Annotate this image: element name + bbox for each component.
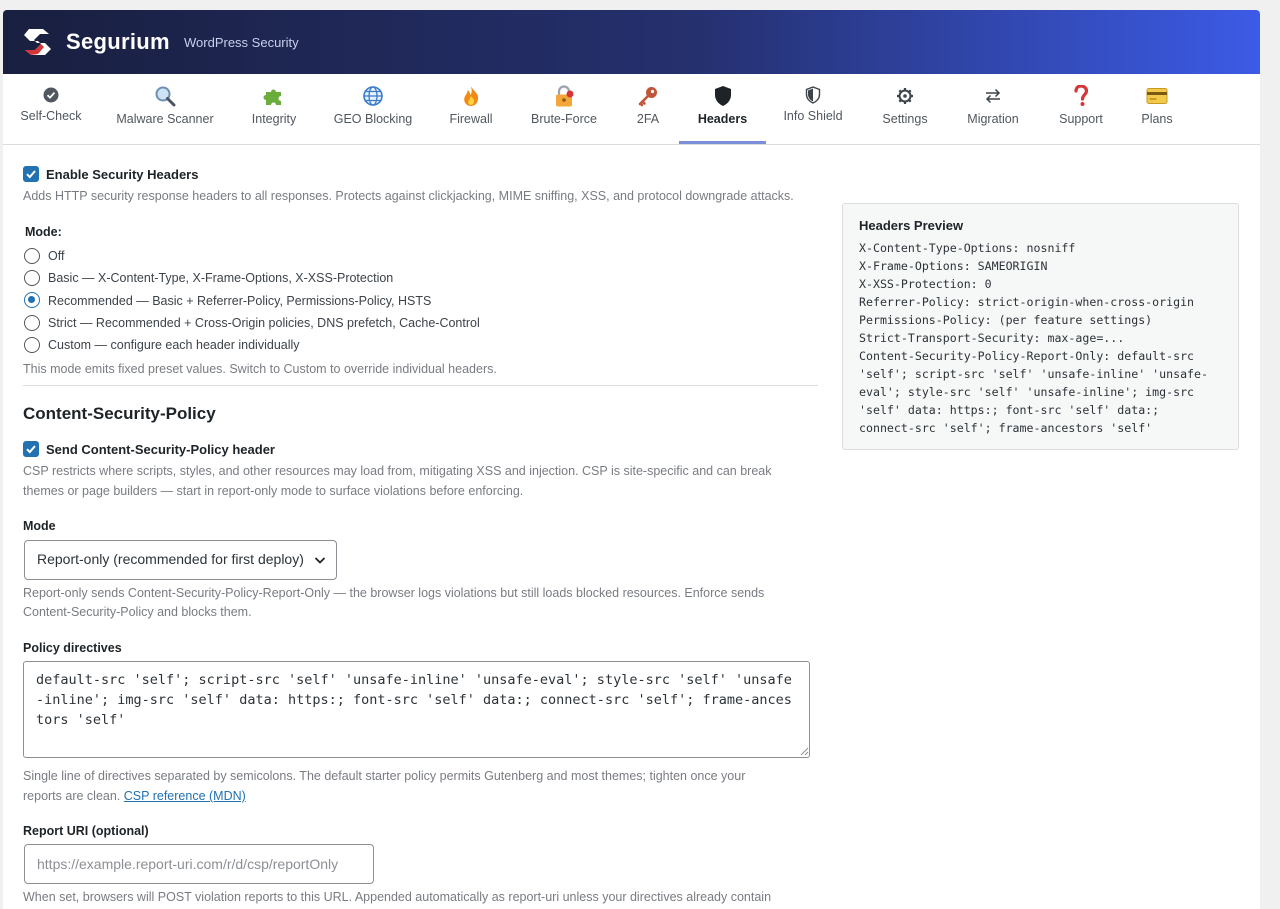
report-uri-input[interactable]: https://example.report-uri.com/r/d/csp/r…	[24, 844, 374, 884]
question-icon	[1051, 83, 1111, 109]
tab-2fa[interactable]: 2FA	[625, 74, 671, 144]
tab-label: Integrity	[251, 112, 297, 126]
csp-desc-line: CSP restricts where scripts, styles, and…	[23, 464, 772, 478]
mode-radio-off[interactable]	[24, 248, 40, 264]
app-header: Segurium WordPress Security	[3, 10, 1260, 74]
shield-check-icon	[777, 82, 849, 108]
preview-line: Content-Security-Policy-Report-Only: def…	[859, 349, 1195, 363]
preview-line: Strict-Transport-Security: max-age=...	[859, 331, 1125, 345]
tab-malware-scanner[interactable]: Malware Scanner	[111, 74, 219, 144]
tab-plans[interactable]: Plans	[1133, 74, 1181, 144]
preview-line: eval'; style-src 'self' 'unsafe-inline';…	[859, 385, 1195, 399]
enable-security-headers-label: Enable Security Headers	[46, 167, 199, 182]
tab-label: 2FA	[636, 112, 660, 126]
tab-label: Firewall	[449, 112, 493, 126]
policy-directives-label: Policy directives	[23, 641, 122, 655]
magnifier-icon	[111, 83, 219, 109]
chevron-down-icon	[314, 557, 326, 564]
directives-desc-line2: reports are clean. CSP reference (MDN)	[23, 789, 246, 803]
tab-self-check[interactable]: Self-Check	[13, 74, 89, 144]
tab-label: GEO Blocking	[333, 112, 413, 126]
directives-desc-line: Single line of directives separated by s…	[23, 769, 746, 783]
enable-security-headers-checkbox[interactable]	[23, 166, 39, 182]
tab-label: Self-Check	[20, 109, 82, 123]
segurium-logo-icon	[24, 29, 51, 55]
report-uri-desc: When set, browsers will POST violation r…	[23, 890, 772, 904]
tab-migration[interactable]: Migration	[958, 74, 1028, 144]
tab-label: Malware Scanner	[116, 112, 214, 126]
tab-label: Headers	[697, 112, 748, 126]
csp-reference-link[interactable]: CSP reference (MDN)	[124, 789, 246, 803]
fire-icon	[439, 83, 503, 109]
mode-note: This mode emits fixed preset values. Swi…	[23, 362, 497, 376]
csp-mode-value: Report-only (recommended for first deplo…	[37, 551, 304, 567]
section-divider	[23, 385, 818, 386]
send-csp-checkbox[interactable]	[23, 441, 39, 457]
mode-radio-strict[interactable]	[24, 315, 40, 331]
preview-line: 'self' data: https:; font-src 'self' dat…	[859, 403, 1160, 417]
csp-desc-line: themes or page builders — start in repor…	[23, 484, 524, 498]
puzzle-icon	[239, 83, 309, 109]
tab-label: Brute-Force	[531, 112, 597, 126]
brand-tagline: WordPress Security	[184, 35, 299, 50]
tab-label: Support	[1059, 112, 1103, 126]
csp-mode-label: Mode	[23, 519, 56, 533]
enable-security-headers-desc: Adds HTTP security response headers to a…	[23, 189, 794, 203]
gear-icon	[872, 83, 938, 109]
csp-mode-desc-line: Report-only sends Content-Security-Polic…	[23, 586, 765, 600]
tab-label: Migration	[967, 112, 1019, 126]
brand-name: Segurium	[66, 29, 170, 54]
tab-info-shield[interactable]: Info Shield	[777, 74, 849, 144]
arrows-icon	[958, 83, 1028, 109]
check-circle-icon	[13, 82, 89, 108]
csp-section-title: Content-Security-Policy	[23, 404, 216, 423]
tab-label: Plans	[1141, 112, 1173, 126]
csp-mode-select[interactable]: Report-only (recommended for first deplo…	[24, 540, 337, 580]
tab-support[interactable]: Support	[1051, 74, 1111, 144]
credit-card-icon	[1133, 83, 1181, 109]
report-uri-label: Report URI (optional)	[23, 824, 149, 838]
tab-firewall[interactable]: Firewall	[439, 74, 503, 144]
send-csp-label: Send Content-Security-Policy header	[46, 442, 275, 457]
tab-brute-force[interactable]: Brute-Force	[524, 74, 604, 144]
tab-integrity[interactable]: Integrity	[239, 74, 309, 144]
lock-icon	[524, 83, 604, 109]
app-window: Segurium WordPress Security Self-Check M…	[3, 10, 1260, 909]
mode-option-label: Recommended — Basic + Referrer-Policy, P…	[48, 294, 432, 308]
resize-handle-icon[interactable]	[800, 747, 809, 756]
nav-tabs: Self-Check Malware Scanner Integrity GEO…	[3, 74, 1260, 145]
mode-option-label: Basic — X-Content-Type, X-Frame-Options,…	[48, 271, 394, 285]
preview-line: Referrer-Policy: strict-origin-when-cros…	[859, 295, 1195, 309]
tab-label: Info Shield	[783, 109, 843, 123]
mode-label: Mode:	[25, 225, 62, 239]
preview-line: X-Frame-Options: SAMEORIGIN	[859, 259, 1048, 273]
headers-preview-title: Headers Preview	[859, 218, 964, 233]
mode-radio-custom[interactable]	[24, 337, 40, 353]
preview-line: 'self'; script-src 'self' 'unsafe-inline…	[859, 367, 1209, 381]
preview-line: Permissions-Policy: (per feature setting…	[859, 313, 1153, 327]
preview-line: connect-src 'self'; frame-ancestors 'sel…	[859, 421, 1153, 435]
tab-geo-blocking[interactable]: GEO Blocking	[329, 74, 417, 144]
mode-option-label: Strict — Recommended + Cross-Origin poli…	[48, 316, 480, 330]
headers-preview-box: Headers Preview X-Content-Type-Options: …	[842, 203, 1239, 450]
mode-radio-basic[interactable]	[24, 270, 40, 286]
preview-line: X-Content-Type-Options: nosniff	[859, 241, 1076, 255]
mode-radio-recommended[interactable]	[24, 292, 40, 308]
policy-directives-textarea[interactable]: default-src 'self'; script-src 'self' 'u…	[23, 661, 810, 758]
globe-icon	[329, 83, 417, 109]
mode-option-label: Custom — configure each header individua…	[48, 338, 300, 352]
tab-settings[interactable]: Settings	[872, 74, 938, 144]
mode-option-label: Off	[48, 249, 65, 263]
shield-icon	[679, 83, 766, 109]
csp-mode-desc-line: Content-Security-Policy and blocks them.	[23, 605, 252, 619]
tab-label: Settings	[882, 112, 928, 126]
preview-line: X-XSS-Protection: 0	[859, 277, 992, 291]
tab-headers[interactable]: Headers	[679, 74, 766, 144]
headers-panel: Enable Security Headers Adds HTTP securi…	[3, 145, 1260, 909]
key-icon	[625, 83, 671, 109]
